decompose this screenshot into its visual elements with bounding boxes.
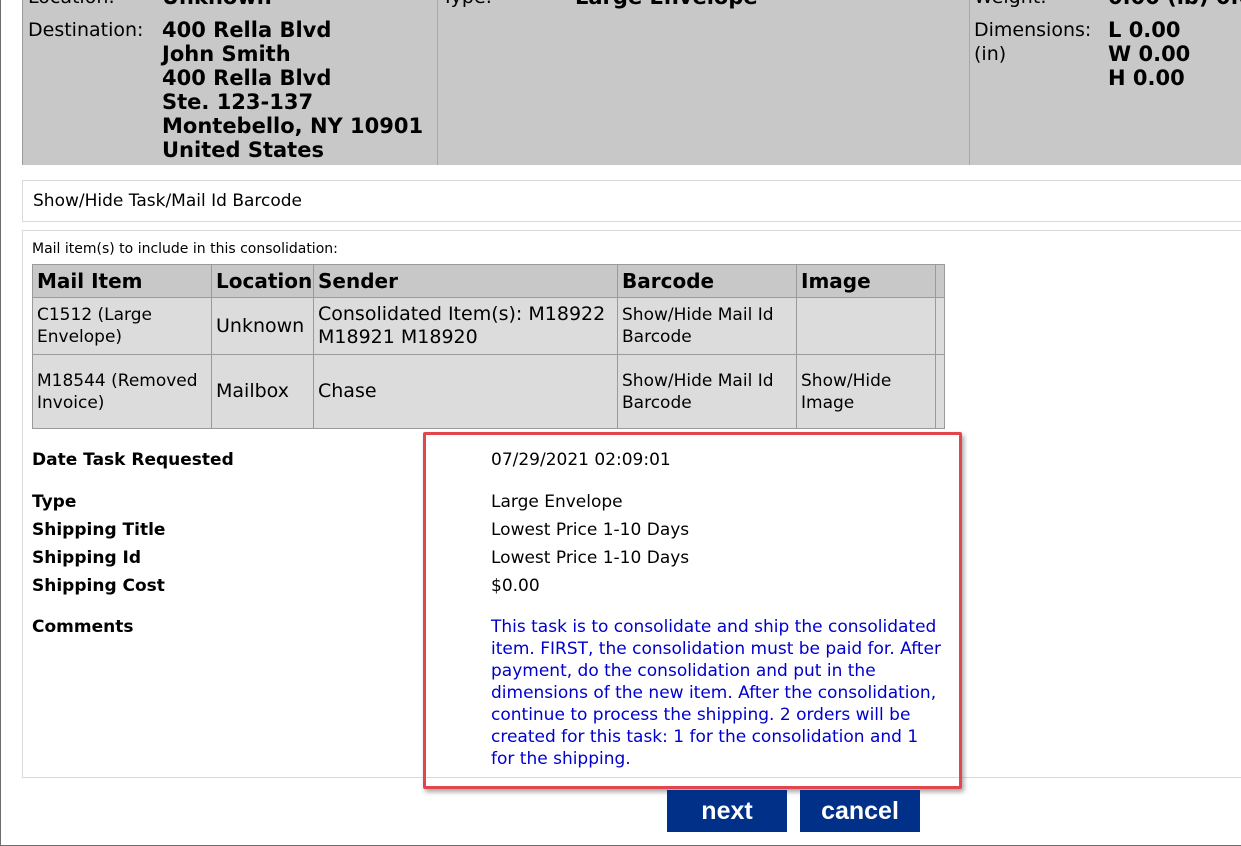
barcode-toggle-link[interactable]: Show/Hide Mail Id Barcode [617,354,797,429]
cell-filler [935,354,945,429]
destination-line: 400 Rella Blvd [162,18,332,42]
highlight-annotation-box [423,432,962,789]
cell-filler [935,297,945,355]
type-label-top: Type: [442,0,492,9]
mail-items-caption: Mail item(s) to include in this consolid… [32,241,338,257]
destination-line: Montebello, NY 10901 [162,114,424,138]
destination-line: 400 Rella Blvd [162,66,332,90]
col-header-filler [935,264,945,298]
type-value-top: Large Envelope [575,0,758,9]
dimension-height: H 0.00 [1108,66,1185,90]
barcode-toggle-link[interactable]: Show/Hide Mail Id Barcode [617,297,797,355]
shipping-title-label: Shipping Title [32,520,166,540]
cell-mail-item: C1512 (Large Envelope) [32,297,212,355]
weight-label: Weight: [974,0,1047,9]
cell-sender: Consolidated Item(s): M18922 M18921 M189… [313,297,618,355]
cell-sender: Chase [313,354,618,429]
destination-label: Destination: [28,19,144,41]
dimension-length: L 0.00 [1108,18,1181,42]
cell-location: Unknown [211,297,314,355]
col-header-location: Location [211,264,314,298]
shipping-id-label: Shipping Id [32,548,142,568]
destination-line: United States [162,138,324,162]
weight-value: 0.00 (lb) 0.0 [1108,0,1241,9]
cancel-button[interactable]: cancel [800,790,920,832]
table-header-row: Mail Item Location Sender Barcode Image [32,264,945,298]
toggle-task-barcode-link[interactable]: Show/Hide Task/Mail Id Barcode [33,190,302,212]
panel-divider [969,0,970,165]
dimensions-label: Dimensions: [974,19,1092,41]
mail-items-table: Mail Item Location Sender Barcode Image … [32,264,945,429]
shipping-cost-label: Shipping Cost [32,576,165,596]
cell-location: Mailbox [211,354,314,429]
barcode-toggle-bar: Show/Hide Task/Mail Id Barcode [22,180,1241,222]
table-row: M18544 (Removed Invoice) Mailbox Chase S… [32,354,945,429]
location-value: Unknown [162,0,272,9]
col-header-barcode: Barcode [617,264,797,298]
dimensions-unit: (in) [974,43,1007,65]
location-label: Location: [28,0,115,9]
destination-line: John Smith [162,42,291,66]
date-requested-label: Date Task Requested [32,450,234,470]
col-header-image: Image [796,264,936,298]
table-row: C1512 (Large Envelope) Unknown Consolida… [32,297,945,355]
cell-mail-item: M18544 (Removed Invoice) [32,354,212,429]
panel-divider [437,0,438,165]
dimension-width: W 0.00 [1108,42,1191,66]
comments-label: Comments [32,617,134,637]
destination-line: Ste. 123-137 [162,90,314,114]
image-toggle-link[interactable]: Show/Hide Image [796,354,936,429]
cell-image [796,297,936,355]
col-header-mail-item: Mail Item [32,264,212,298]
col-header-sender: Sender [313,264,618,298]
type-label: Type [32,492,77,512]
next-button[interactable]: next [667,790,787,832]
